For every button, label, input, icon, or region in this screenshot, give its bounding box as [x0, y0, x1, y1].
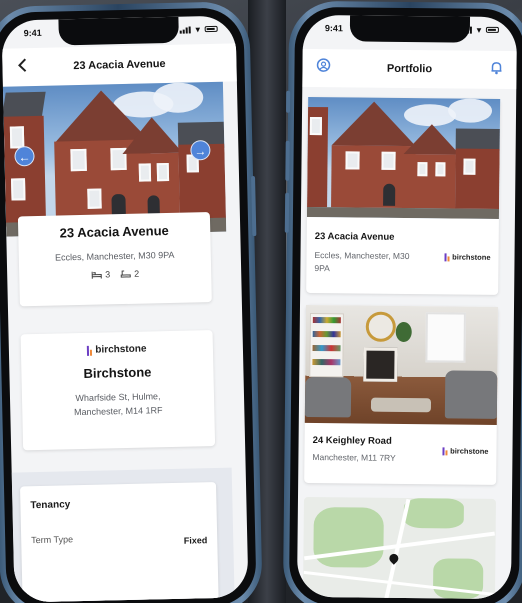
agent-card[interactable]: birchstone Birchstone Wharfside St, Hulm… [20, 330, 216, 451]
wifi-icon: ▼ [474, 25, 483, 35]
chevron-left-icon[interactable] [16, 57, 28, 76]
agent-logo: birchstone [21, 342, 213, 357]
term-type-label: Term Type [31, 534, 74, 546]
volume-up-button [285, 140, 290, 181]
agent-name: Birchstone [83, 364, 152, 381]
bath-icon [120, 270, 131, 278]
signal-icon [179, 25, 191, 34]
mute-switch [286, 90, 291, 113]
portfolio-item-details: 23 Acacia Avenue Eccles, Manchester, M30… [314, 231, 490, 277]
phone-left: 9:41 ▼ 23 Acacia Avenue ← → 23 Acacia Av… [0, 1, 263, 603]
phone-right: 9:41 ▼ Portfolio 23 Acacia Avenue Eccles… [282, 0, 522, 603]
property-detail-screen: 9:41 ▼ 23 Acacia Avenue ← → 23 Acacia Av… [1, 15, 249, 603]
property-features: 3 2 [19, 267, 211, 281]
notch [349, 15, 471, 43]
portfolio-screen: 9:41 ▼ Portfolio 23 Acacia Avenue Eccles… [296, 14, 518, 600]
birchstone-logo-icon [442, 446, 448, 455]
status-time: 9:41 [324, 23, 343, 34]
nav-title: 23 Acacia Avenue [73, 58, 166, 73]
status-icons: ▼ [179, 24, 218, 34]
notch [58, 16, 179, 46]
portfolio-item-address-line2: 9PA [314, 263, 330, 274]
term-type-value: Fixed [183, 535, 208, 546]
property-title: 23 Acacia Avenue [59, 222, 169, 241]
phone-bezel: 9:41 ▼ 23 Acacia Avenue ← → 23 Acacia Av… [0, 7, 257, 603]
bed-icon [91, 271, 102, 279]
nav-bar: Portfolio [302, 48, 517, 90]
phone-bezel: 9:41 ▼ Portfolio 23 Acacia Avenue Eccles… [288, 6, 522, 603]
battery-icon [204, 25, 218, 33]
nav-bar: 23 Acacia Avenue [2, 43, 237, 87]
agent-logo: birchstone [444, 252, 491, 262]
map-pin-icon[interactable] [387, 552, 401, 565]
property-info-card: 23 Acacia Avenue Eccles, Manchester, M30… [17, 212, 212, 307]
user-circle-icon[interactable] [316, 58, 331, 75]
property-address: Eccles, Manchester, M30 9PA [54, 249, 175, 263]
portfolio-item-address-line1: Manchester, M11 7RY [312, 452, 396, 463]
wifi-icon: ▼ [193, 24, 202, 34]
nav-title: Portfolio [386, 62, 433, 76]
portfolio-item-details: 24 Keighley Road Manchester, M11 7RY bir… [312, 435, 488, 466]
portfolio-item-address-line1: Eccles, Manchester, M30 [314, 250, 410, 262]
property-photo [306, 96, 501, 219]
bathrooms: 2 [120, 269, 139, 279]
status-time: 9:41 [23, 27, 42, 39]
birchstone-logo-icon [87, 345, 93, 356]
agent-logo: birchstone [442, 446, 489, 456]
property-map[interactable] [302, 496, 496, 600]
portfolio-item-title: 23 Acacia Avenue [314, 231, 395, 243]
tenancy-section: Tenancy Term Type Fixed [11, 467, 236, 603]
bedrooms: 3 [91, 269, 110, 279]
birchstone-logo-icon [444, 252, 450, 261]
portfolio-item[interactable]: 23 Acacia Avenue Eccles, Manchester, M30… [306, 96, 501, 295]
property-photo [304, 304, 499, 425]
battery-icon [485, 26, 499, 33]
volume-down-button [284, 192, 290, 233]
portfolio-item[interactable]: 24 Keighley Road Manchester, M11 7RY bir… [304, 304, 499, 485]
term-type-row: Term Type Fixed [31, 531, 207, 549]
tenancy-card: Tenancy Term Type Fixed [19, 481, 220, 603]
agent-address-line2: Manchester, M14 1RF [73, 405, 163, 418]
tenancy-heading: Tenancy [30, 499, 71, 512]
bell-icon[interactable] [490, 61, 502, 78]
